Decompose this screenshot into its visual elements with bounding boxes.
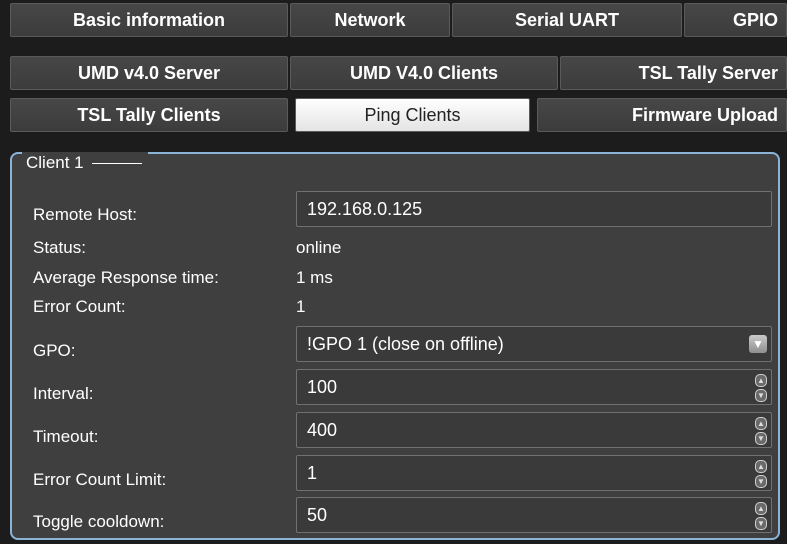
- tab-firmware-upload[interactable]: Firmware Upload: [537, 98, 787, 132]
- client-legend: Client 1: [22, 152, 149, 174]
- error-count-limit-value: 1: [307, 463, 318, 483]
- gpo-select-value: !GPO 1 (close on offline): [307, 334, 504, 354]
- tab-row-1: Basic information Network Serial UART GP…: [10, 3, 787, 38]
- spinner-arrows-icon[interactable]: ▲ ▼: [755, 502, 767, 530]
- toggle-cooldown-label: Toggle cooldown:: [33, 512, 165, 531]
- avg-response-value: 1 ms: [296, 268, 333, 287]
- interval-input[interactable]: 100 ▲ ▼: [296, 369, 772, 405]
- error-count-value: 1: [296, 297, 306, 316]
- timeout-value: 400: [307, 420, 338, 440]
- spinner-arrows-icon[interactable]: ▲ ▼: [755, 417, 767, 445]
- tab-basic-information[interactable]: Basic information: [10, 3, 288, 37]
- error-count-limit-input[interactable]: 1 ▲ ▼: [296, 455, 772, 491]
- status-value: online: [296, 238, 342, 257]
- tab-tsl-tally-server[interactable]: TSL Tally Server: [560, 56, 787, 90]
- spinner-arrows-icon[interactable]: ▲ ▼: [755, 374, 767, 402]
- error-count-limit-label: Error Count Limit:: [33, 470, 167, 489]
- tab-umd-v4-server[interactable]: UMD v4.0 Server: [10, 56, 288, 90]
- error-count-label: Error Count:: [33, 297, 126, 316]
- gpo-select[interactable]: !GPO 1 (close on offline) ▼: [296, 326, 772, 362]
- gpo-label: GPO:: [33, 341, 76, 360]
- tab-ping-clients[interactable]: Ping Clients: [295, 98, 530, 132]
- tab-network[interactable]: Network: [290, 3, 450, 37]
- timeout-label: Timeout:: [33, 427, 99, 446]
- tab-row-3: TSL Tally Clients Ping Clients Firmware …: [10, 98, 787, 133]
- tab-umd-v4-clients[interactable]: UMD V4.0 Clients: [290, 56, 558, 90]
- tab-row-2: UMD v4.0 Server UMD V4.0 Clients TSL Tal…: [10, 56, 787, 91]
- tab-gpio[interactable]: GPIO: [684, 3, 787, 37]
- interval-value: 100: [307, 377, 338, 397]
- remote-host-input[interactable]: 192.168.0.125: [296, 191, 772, 227]
- toggle-cooldown-input[interactable]: 50 ▲ ▼: [296, 497, 772, 533]
- legend-divider: [92, 163, 143, 165]
- timeout-input[interactable]: 400 ▲ ▼: [296, 412, 772, 448]
- status-label: Status:: [33, 238, 86, 257]
- client-legend-label: Client 1: [26, 153, 84, 172]
- tab-serial-uart[interactable]: Serial UART: [452, 3, 682, 37]
- spinner-arrows-icon[interactable]: ▲ ▼: [755, 460, 767, 488]
- toggle-cooldown-value: 50: [307, 505, 328, 525]
- interval-label: Interval:: [33, 384, 94, 403]
- avg-response-label: Average Response time:: [33, 268, 219, 287]
- remote-host-label: Remote Host:: [33, 205, 137, 224]
- chevron-down-icon[interactable]: ▼: [749, 335, 767, 353]
- tab-tsl-tally-clients[interactable]: TSL Tally Clients: [10, 98, 288, 132]
